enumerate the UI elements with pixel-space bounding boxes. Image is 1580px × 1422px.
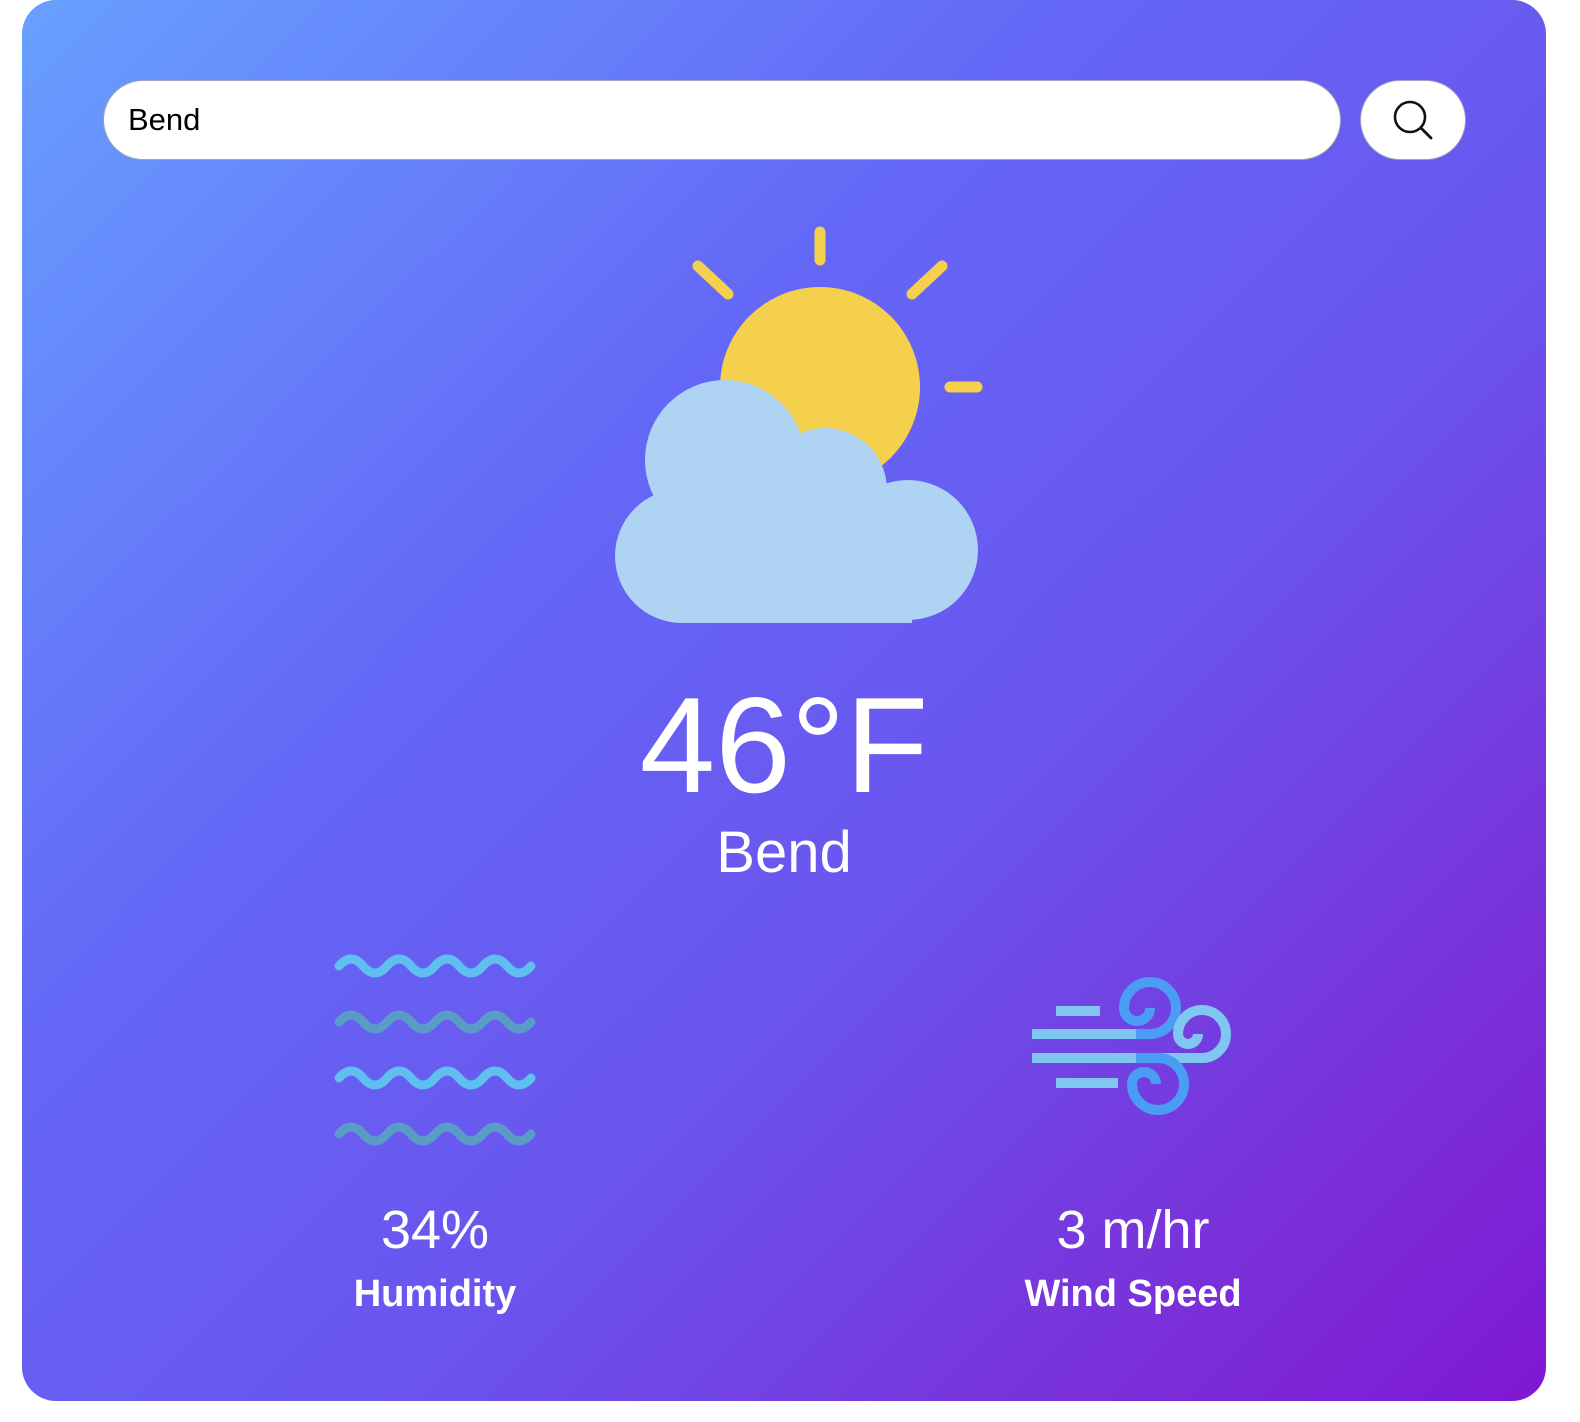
weather-card: 46°F Bend 34% Humidity 3 m/hr Wind Speed (22, 0, 1546, 1401)
temperature: 46°F (639, 669, 929, 821)
search-input[interactable] (103, 80, 1341, 160)
wind-speed-label: Wind Speed (1024, 1273, 1242, 1315)
wind-speed-value: 3 m/hr (1056, 1200, 1210, 1260)
wind-icon (1032, 977, 1231, 1115)
humidity-waves-icon (334, 954, 536, 1146)
city-name: Bend (716, 820, 852, 885)
partly-cloudy-icon (615, 226, 983, 623)
search-button[interactable] (1360, 80, 1466, 160)
humidity-value: 34% (380, 1200, 490, 1260)
humidity-label: Humidity (353, 1273, 517, 1315)
search-icon (1393, 100, 1433, 140)
